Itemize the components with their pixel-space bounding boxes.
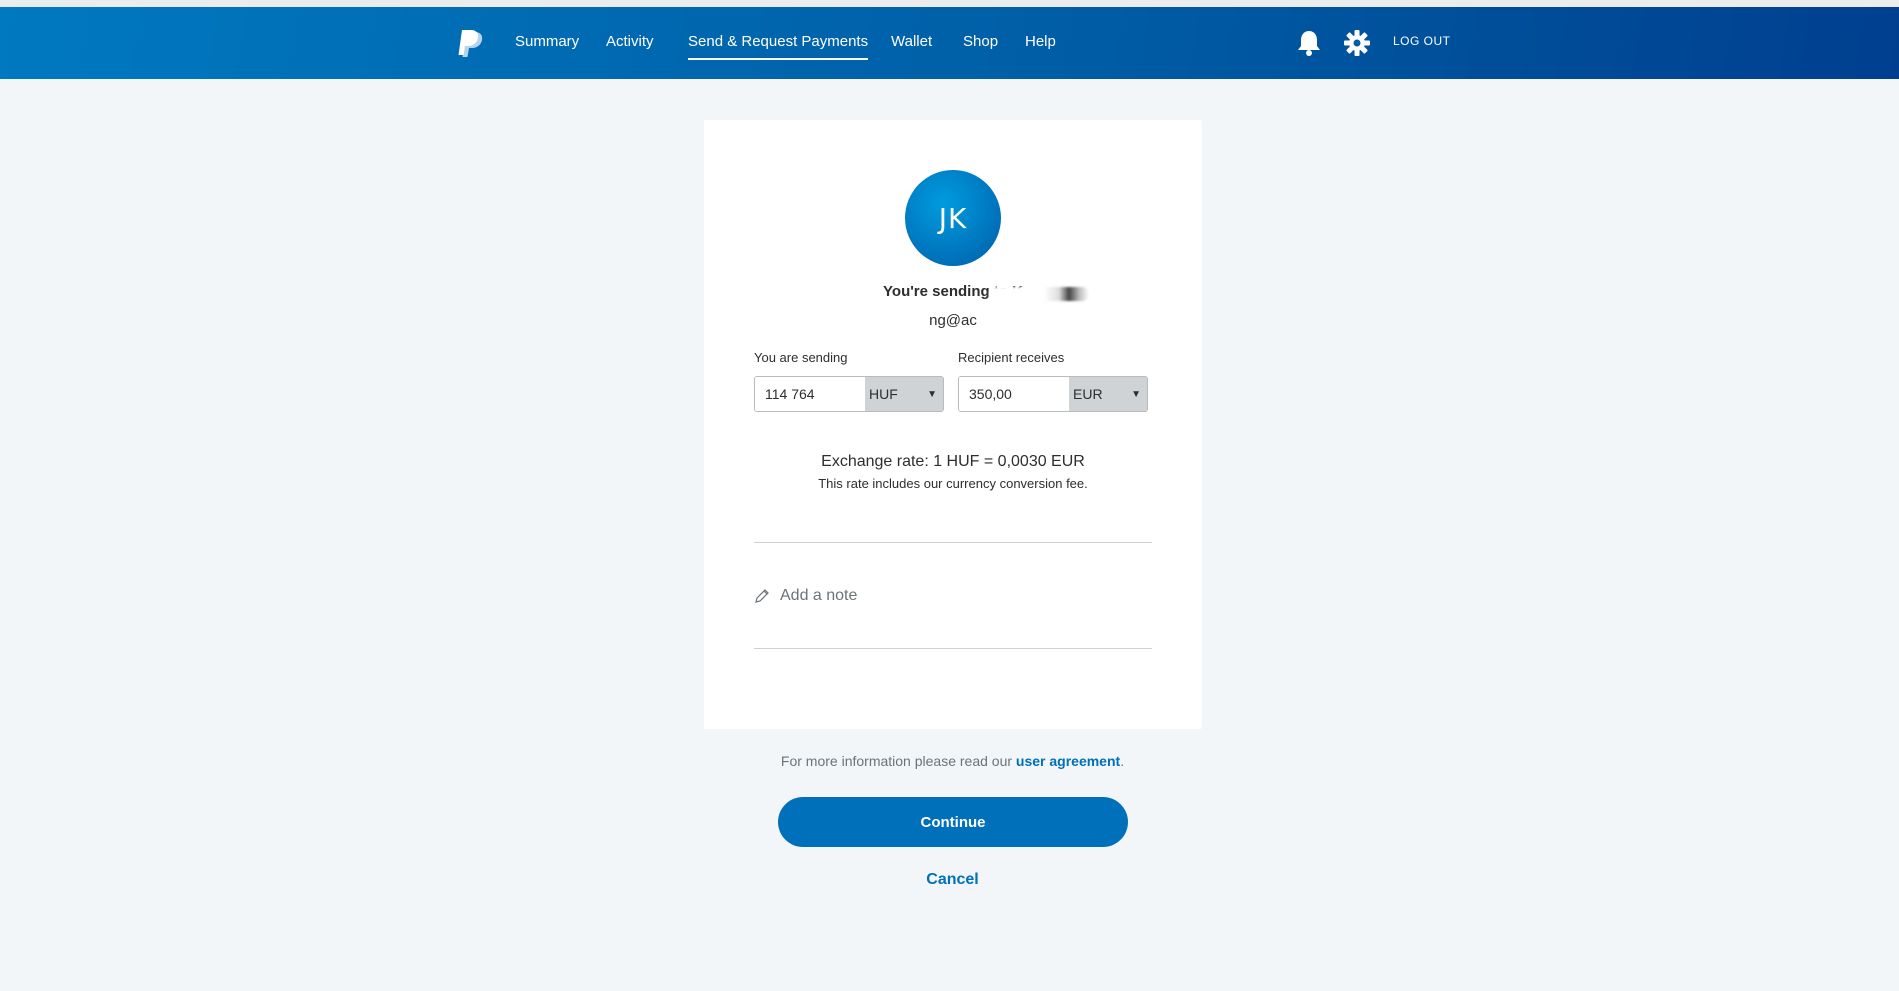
continue-button[interactable]: Continue (778, 797, 1128, 847)
exchange-rate: Exchange rate: 1 HUF = 0,0030 EUR (821, 453, 1085, 470)
agreement-text: For more information please read our use… (0, 753, 1899, 769)
avatar: JK (905, 170, 1001, 266)
chevron-down-icon: ▼ (1131, 388, 1141, 400)
recipient-email: ng@ac (704, 312, 1202, 329)
receives-currency-select[interactable]: EUR ▼ (1069, 377, 1147, 411)
divider (754, 648, 1152, 649)
nav-wallet[interactable]: Wallet (891, 31, 932, 53)
receives-currency-value: EUR (1073, 386, 1103, 402)
receives-label: Recipient receives (958, 350, 1065, 365)
logout-link[interactable]: LOG OUT (1393, 34, 1451, 48)
recipient-name: You're sending to K (883, 283, 1023, 300)
top-strip (0, 0, 1899, 7)
exchange-rate-note: This rate includes our currency conversi… (818, 476, 1088, 491)
pencil-icon (755, 589, 769, 603)
bell-icon[interactable] (1297, 29, 1321, 57)
gear-icon[interactable] (1344, 30, 1370, 56)
divider (754, 542, 1152, 543)
paypal-logo-icon[interactable] (458, 30, 484, 60)
receives-amount-input[interactable] (959, 377, 1069, 411)
user-agreement-link[interactable]: user agreement (1016, 753, 1120, 769)
add-note-button[interactable]: Add a note (754, 587, 857, 605)
agreement-suffix: . (1120, 753, 1125, 769)
nav-shop[interactable]: Shop (963, 31, 998, 53)
send-money-card: JK You're sending to K ng@ac You are sen… (704, 120, 1202, 729)
nav-send-request-payments[interactable]: Send & Request Payments (688, 31, 869, 60)
cancel-link[interactable]: Cancel (0, 871, 1899, 889)
redacted-name-blur (989, 287, 1089, 301)
add-note-label: Add a note (780, 587, 858, 604)
sending-amount-group: HUF ▼ (754, 376, 944, 412)
sending-currency-select[interactable]: HUF ▼ (865, 377, 943, 411)
nav-help[interactable]: Help (1025, 31, 1056, 53)
sending-amount-input[interactable] (755, 377, 865, 411)
sending-label: You are sending (754, 350, 848, 365)
nav-activity[interactable]: Activity (606, 31, 654, 53)
chevron-down-icon: ▼ (927, 388, 937, 400)
sending-currency-value: HUF (869, 386, 898, 402)
nav-summary[interactable]: Summary (515, 31, 579, 53)
agreement-prefix: For more information please read our (780, 753, 1016, 769)
recipient-email-text: ng@ac (929, 312, 977, 329)
receives-amount-group: EUR ▼ (958, 376, 1148, 412)
avatar-initials: JK (938, 201, 968, 235)
header: Summary Activity Send & Request Payments… (0, 7, 1899, 79)
